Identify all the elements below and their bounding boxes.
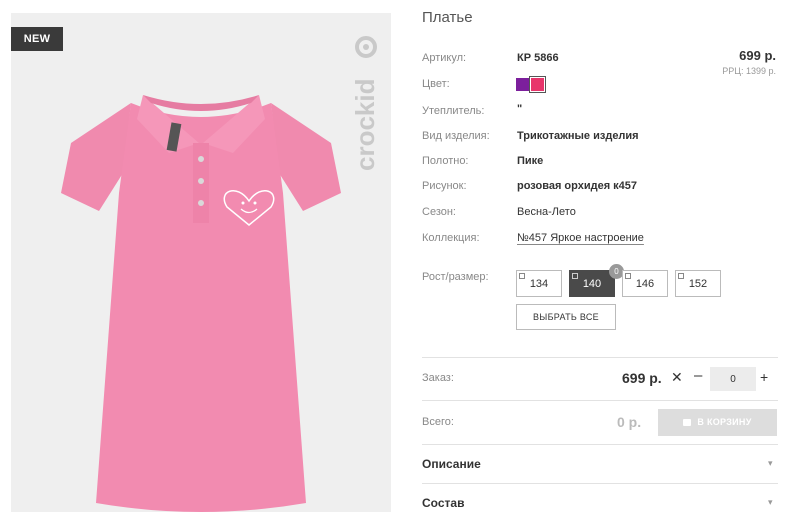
brand-logo-text: crockid [350, 79, 380, 172]
order-price: 699 р. [622, 370, 662, 386]
description-accordion[interactable]: Описание [422, 457, 481, 471]
size-option-label: 140 [582, 278, 602, 290]
product-type-label: Вид изделия: [422, 130, 490, 142]
cart-icon [683, 419, 692, 426]
dress-image [61, 95, 341, 512]
article-label: Артикул: [422, 52, 467, 64]
season-label: Сезон: [422, 206, 456, 218]
product-page: NEW crockid Платье 699 р. РРЦ: 1399 р. А… [0, 0, 800, 512]
brand-logo: crockid [350, 36, 380, 172]
divider [422, 357, 778, 358]
size-checkbox-icon [678, 273, 684, 279]
composition-accordion[interactable]: Состав [422, 496, 464, 510]
chevron-down-icon[interactable]: ▾ [768, 497, 773, 508]
order-label: Заказ: [422, 372, 454, 384]
divider [422, 483, 778, 484]
size-checkbox-icon [625, 273, 631, 279]
product-price: 699 р. [739, 48, 776, 63]
fabric-label: Полотно: [422, 155, 469, 167]
product-title: Платье [422, 9, 473, 26]
size-checkbox-icon [572, 273, 578, 279]
increase-quantity-button[interactable]: + [760, 369, 768, 385]
multiply-icon: ✕ [671, 369, 683, 385]
size-option-label: 146 [635, 278, 655, 290]
recommended-retail-price: РРЦ: 1399 р. [722, 66, 776, 76]
pattern-value: розовая орхидея к457 [517, 180, 638, 192]
divider [422, 400, 778, 401]
size-checkbox-icon [519, 273, 525, 279]
color-label: Цвет: [422, 78, 450, 90]
size-label: Рост/размер: [422, 271, 489, 283]
new-badge: NEW [11, 27, 63, 51]
size-option-140[interactable]: 140 [569, 270, 615, 297]
collection-link[interactable]: №457 Яркое настроение [517, 232, 644, 244]
color-swatch-pink[interactable] [529, 76, 546, 93]
season-value: Весна-Лето [517, 206, 576, 218]
total-value: 0 р. [617, 414, 642, 430]
select-all-sizes-button[interactable]: ВЫБРАТЬ ВСЕ [516, 304, 616, 330]
divider [422, 444, 778, 445]
insulation-value: " [517, 103, 523, 115]
insulation-label: Утеплитель: [422, 105, 485, 117]
product-photo[interactable]: NEW crockid [11, 13, 391, 512]
decrease-quantity-button[interactable]: – [694, 367, 702, 384]
size-option-152[interactable]: 152 [675, 270, 721, 297]
pattern-label: Рисунок: [422, 180, 467, 192]
size-option-134[interactable]: 134 [516, 270, 562, 297]
size-option-label: 134 [529, 278, 549, 290]
color-swatch-purple[interactable] [516, 78, 529, 91]
fabric-value: Пике [517, 155, 544, 167]
total-label: Всего: [422, 416, 454, 428]
product-type-value: Трикотажные изделия [517, 130, 639, 142]
chevron-down-icon[interactable]: ▾ [768, 458, 773, 469]
add-to-cart-label: В КОРЗИНУ [697, 417, 752, 427]
collection-label: Коллекция: [422, 232, 480, 244]
size-option-label: 152 [688, 278, 708, 290]
article-value: КР 5866 [517, 52, 559, 64]
quantity-input[interactable] [710, 367, 756, 391]
add-to-cart-button[interactable]: В КОРЗИНУ [658, 409, 777, 436]
size-option-146[interactable]: 146 [622, 270, 668, 297]
